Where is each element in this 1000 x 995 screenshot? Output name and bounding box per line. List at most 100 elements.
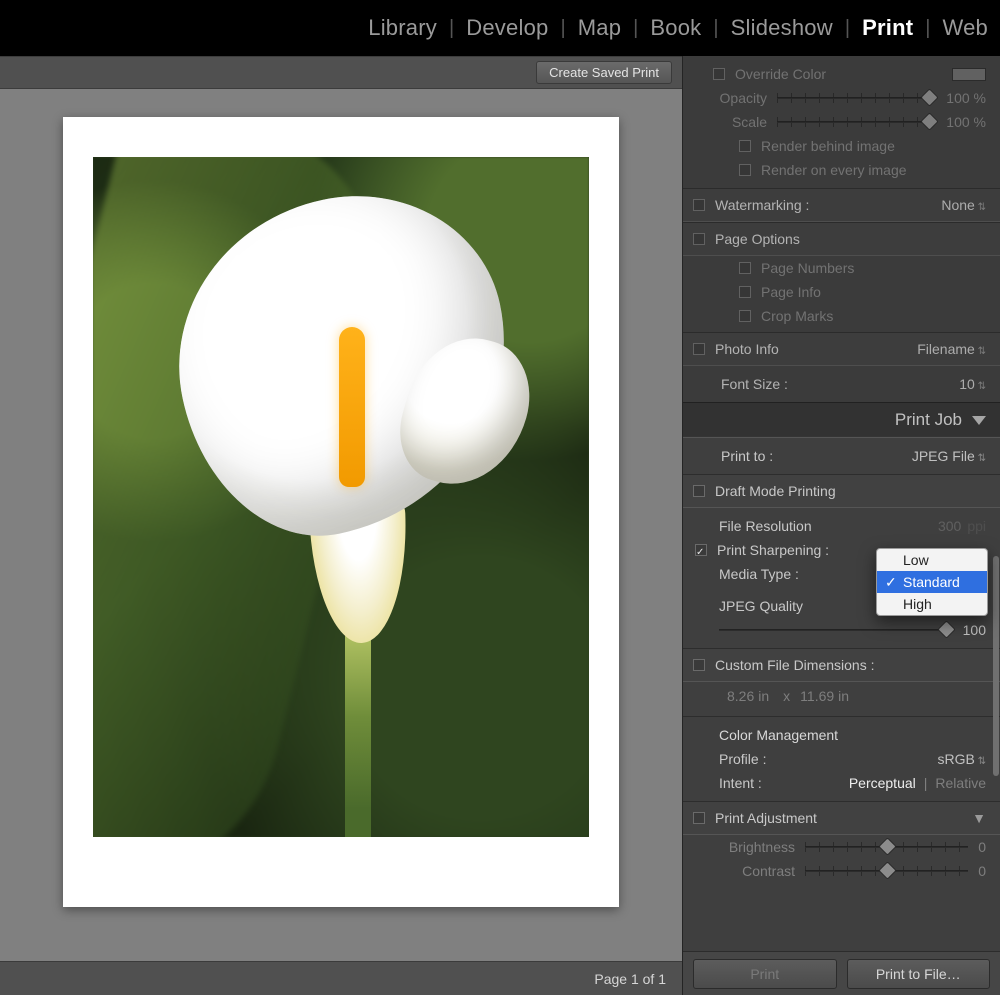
page-indicator: Page 1 of 1 <box>594 971 666 987</box>
override-color-swatch[interactable] <box>952 68 986 81</box>
render-behind-label: Render behind image <box>761 138 895 154</box>
photo-info-section[interactable]: Photo Info Filename <box>683 332 1000 366</box>
override-color-label: Override Color <box>735 66 944 82</box>
contrast-value[interactable]: 0 <box>978 863 986 879</box>
render-every-row: Render on every image <box>683 158 1000 188</box>
brightness-label: Brightness <box>695 839 795 855</box>
print-adjustment-section[interactable]: Print Adjustment ▼ <box>683 801 1000 835</box>
profile-row: Profile : sRGB <box>683 747 1000 771</box>
watermarking-value[interactable]: None <box>941 197 986 213</box>
intent-label: Intent : <box>695 775 849 791</box>
canvas-zone: Create Saved Print Page 1 of 1 <box>0 56 682 995</box>
intent-perceptual[interactable]: Perceptual <box>849 775 916 791</box>
tab-slideshow[interactable]: Slideshow <box>721 15 843 41</box>
tab-web[interactable]: Web <box>933 15 999 41</box>
file-resolution-value[interactable]: 300 <box>938 518 961 534</box>
brightness-slider[interactable] <box>805 840 968 854</box>
sharpening-option-standard[interactable]: Standard <box>877 571 987 593</box>
custom-height-unit: in <box>838 688 849 704</box>
scale-slider[interactable] <box>777 115 936 129</box>
disclosure-triangle-icon[interactable]: ▼ <box>972 810 986 826</box>
right-panel: Override Color Opacity 100 % Scale 100 % <box>682 56 1000 995</box>
page-options-label: Page Options <box>715 231 986 247</box>
brightness-value[interactable]: 0 <box>978 839 986 855</box>
watermarking-label: Watermarking : <box>715 197 941 213</box>
custom-dims-checkbox[interactable] <box>693 659 705 671</box>
font-size-label: Font Size : <box>697 376 959 392</box>
custom-x: x <box>783 688 790 704</box>
crop-marks-row: Crop Marks <box>683 304 1000 332</box>
custom-height[interactable]: 11.69 <box>800 688 834 704</box>
module-separator: | <box>923 17 932 40</box>
color-mgmt-label: Color Management <box>695 727 986 743</box>
crop-marks-checkbox[interactable] <box>739 310 751 322</box>
create-saved-print-button[interactable]: Create Saved Print <box>536 61 672 84</box>
opacity-slider[interactable] <box>777 91 936 105</box>
module-separator: | <box>631 17 640 40</box>
tab-library[interactable]: Library <box>358 15 447 41</box>
file-resolution-label: File Resolution <box>695 518 938 534</box>
canvas-footer: Page 1 of 1 <box>0 961 682 995</box>
print-sharpening-checkbox[interactable] <box>695 544 707 556</box>
tab-map[interactable]: Map <box>568 15 631 41</box>
custom-width-unit: in <box>758 688 769 704</box>
tab-book[interactable]: Book <box>640 15 711 41</box>
watermarking-checkbox[interactable] <box>693 199 705 211</box>
custom-width[interactable]: 8.26 <box>727 688 754 704</box>
font-size-row: Font Size : 10 <box>683 366 1000 402</box>
print-to-label: Print to : <box>697 448 912 464</box>
jpeg-quality-slider[interactable] <box>719 623 953 637</box>
custom-dims-row[interactable]: Custom File Dimensions : <box>683 648 1000 682</box>
panel-scroll[interactable]: Override Color Opacity 100 % Scale 100 % <box>683 56 1000 951</box>
print-job-header[interactable]: Print Job <box>683 402 1000 438</box>
page-numbers-checkbox[interactable] <box>739 262 751 274</box>
module-bar: Library | Develop | Map | Book | Slidesh… <box>0 0 1000 56</box>
render-behind-row: Render behind image <box>683 134 1000 158</box>
contrast-slider[interactable] <box>805 864 968 878</box>
profile-value[interactable]: sRGB <box>937 751 986 767</box>
scale-value: 100 % <box>946 114 986 130</box>
override-color-checkbox[interactable] <box>713 68 725 80</box>
photo-info-checkbox[interactable] <box>693 343 705 355</box>
custom-dims-values-row: 8.26 in x 11.69 in <box>683 682 1000 716</box>
page-info-checkbox[interactable] <box>739 286 751 298</box>
module-separator: | <box>711 17 720 40</box>
sharpening-option-low[interactable]: Low <box>877 549 987 571</box>
profile-label: Profile : <box>695 751 937 767</box>
render-every-checkbox[interactable] <box>739 164 751 176</box>
color-mgmt-header: Color Management <box>683 716 1000 747</box>
panel-footer: Print Print to File… <box>683 951 1000 995</box>
draft-mode-label: Draft Mode Printing <box>715 483 986 499</box>
tab-print[interactable]: Print <box>852 15 923 41</box>
print-adjustment-label: Print Adjustment <box>715 810 972 826</box>
font-size-value[interactable]: 10 <box>959 376 986 392</box>
print-sharpening-dropdown[interactable]: Low Standard High <box>876 548 988 616</box>
scale-row: Scale 100 % <box>683 110 1000 134</box>
render-behind-checkbox[interactable] <box>739 140 751 152</box>
draft-mode-row[interactable]: Draft Mode Printing <box>683 474 1000 508</box>
watermarking-section[interactable]: Watermarking : None <box>683 188 1000 222</box>
photo-preview[interactable] <box>93 157 589 837</box>
panel-scrollbar[interactable] <box>993 556 999 776</box>
page-info-label: Page Info <box>761 284 821 300</box>
tab-develop[interactable]: Develop <box>456 15 558 41</box>
file-resolution-row: File Resolution 300 ppi <box>683 508 1000 538</box>
page-options-checkbox[interactable] <box>693 233 705 245</box>
page-numbers-label: Page Numbers <box>761 260 854 276</box>
jpeg-quality-value[interactable]: 100 <box>963 622 986 638</box>
draft-mode-checkbox[interactable] <box>693 485 705 497</box>
print-to-file-button[interactable]: Print to File… <box>847 959 991 989</box>
intent-relative[interactable]: Relative <box>935 775 986 791</box>
print-button[interactable]: Print <box>693 959 837 989</box>
print-page[interactable] <box>63 117 619 907</box>
print-adjustment-checkbox[interactable] <box>693 812 705 824</box>
canvas-body[interactable] <box>0 89 682 961</box>
intent-row: Intent : Perceptual | Relative <box>683 771 1000 801</box>
page-options-section[interactable]: Page Options <box>683 222 1000 256</box>
disclosure-triangle-icon[interactable] <box>972 416 986 425</box>
photo-info-value[interactable]: Filename <box>917 341 986 357</box>
photo-info-label: Photo Info <box>715 341 917 357</box>
render-every-label: Render on every image <box>761 162 907 178</box>
print-to-value[interactable]: JPEG File <box>912 448 986 464</box>
sharpening-option-high[interactable]: High <box>877 593 987 615</box>
